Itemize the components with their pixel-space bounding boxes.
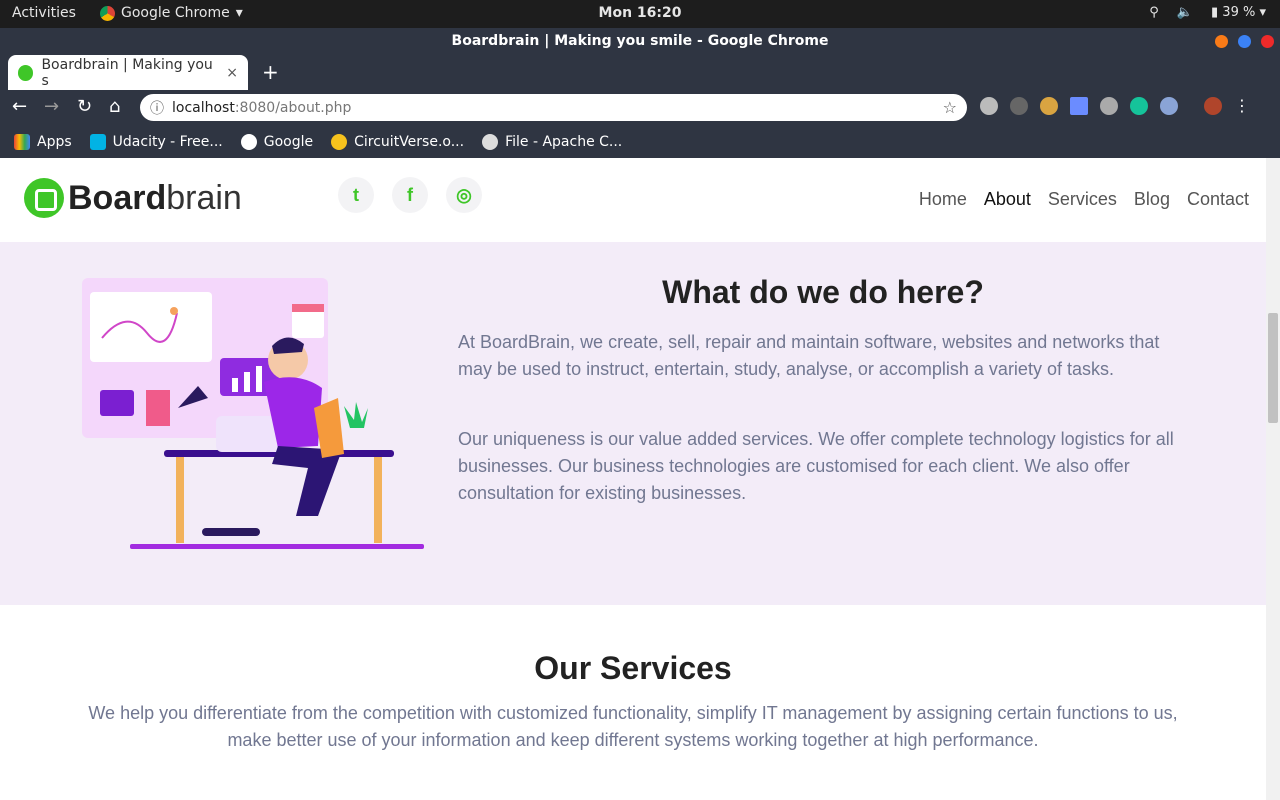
profile-avatar[interactable]: [1204, 96, 1222, 115]
facebook-icon[interactable]: f: [392, 177, 428, 213]
extension-circle-icon[interactable]: [1160, 96, 1178, 115]
back-button[interactable]: ←: [12, 96, 27, 117]
udacity-icon: [89, 133, 106, 150]
site-logo[interactable]: Boardbrain: [24, 178, 242, 218]
battery-text: 39 %: [1222, 5, 1256, 20]
bookmark-circuitverse[interactable]: CircuitVerse.o...: [331, 133, 465, 150]
about-paragraph-1: At BoardBrain, we create, sell, repair a…: [458, 332, 1160, 379]
extension-share-icon[interactable]: [1010, 96, 1028, 115]
instagram-icon[interactable]: ◎: [446, 177, 482, 213]
page-scrollbar[interactable]: [1266, 158, 1280, 800]
browser-tab[interactable]: Boardbrain | Making you s ×: [8, 55, 248, 90]
system-tray[interactable]: ⚲ 🔈 ▮ 39 % ▾: [1149, 5, 1266, 20]
site-header: Boardbrain t f ◎ Home About Services Blo…: [0, 158, 1266, 242]
battery-indicator: ▮ 39 % ▾: [1211, 5, 1266, 20]
tab-close-icon[interactable]: ×: [226, 65, 238, 81]
extension-v-icon[interactable]: [1100, 96, 1118, 115]
extensions: ⋮: [980, 96, 1250, 115]
window-controls: [1215, 35, 1274, 48]
address-bar[interactable]: ⓘ localhost:8080/about.php ☆: [140, 94, 967, 121]
tab-strip: Boardbrain | Making you s × +: [0, 55, 1280, 90]
bookmark-label: File - Apache C...: [505, 133, 623, 150]
office-illustration: [82, 278, 424, 549]
url-path: :8080/about.php: [234, 99, 352, 116]
bookmark-label: Udacity - Free...: [112, 133, 223, 150]
accessibility-icon: ⚲: [1149, 5, 1159, 20]
bookmarks-bar: Apps Udacity - Free... Google CircuitVer…: [0, 125, 1280, 158]
reload-button[interactable]: ↻: [77, 96, 92, 117]
services-heading: Our Services: [534, 650, 732, 686]
services-paragraph: We help you differentiate from the compe…: [88, 703, 1178, 750]
system-top-bar: Activities Google Chrome ▾ Mon 16:20 ⚲ 🔈…: [0, 0, 1280, 28]
bookmark-apps[interactable]: Apps: [14, 133, 72, 150]
apps-grid-icon: [14, 133, 30, 150]
services-section: Our Services We help you differentiate f…: [0, 605, 1266, 800]
nav-contact[interactable]: Contact: [1187, 189, 1249, 210]
minimize-button[interactable]: [1215, 35, 1228, 48]
url-host: localhost: [172, 99, 235, 116]
bookmark-apache[interactable]: File - Apache C...: [482, 133, 623, 150]
extension-bookmark-icon[interactable]: [1070, 96, 1088, 115]
about-paragraph-2: Our uniqueness is our value added servic…: [458, 429, 1174, 503]
github-icon: [482, 133, 499, 150]
new-tab-button[interactable]: +: [262, 60, 279, 84]
browser-toolbar: ← → ↻ ⌂ ⓘ localhost:8080/about.php ☆ ⋮: [0, 90, 1280, 125]
extension-cookie-icon[interactable]: [1040, 96, 1058, 115]
logo-icon: [24, 178, 64, 218]
grammarly-icon[interactable]: [1130, 96, 1148, 115]
logo-text-light: brain: [166, 178, 242, 217]
maximize-button[interactable]: [1238, 35, 1251, 48]
home-button[interactable]: ⌂: [109, 96, 120, 117]
scrollbar-thumb[interactable]: [1268, 313, 1278, 423]
forward-button[interactable]: →: [44, 96, 59, 117]
volume-icon: 🔈: [1176, 5, 1193, 20]
window-title: Boardbrain | Making you smile - Google C…: [451, 33, 829, 49]
bookmark-google[interactable]: Google: [240, 133, 314, 150]
tab-title: Boardbrain | Making you s: [41, 56, 213, 89]
about-heading: What do we do here?: [662, 274, 984, 310]
main-nav: Home About Services Blog Contact: [919, 189, 1249, 210]
bookmark-udacity[interactable]: Udacity - Free...: [89, 133, 223, 150]
close-button[interactable]: [1261, 35, 1274, 48]
favicon-icon: [18, 64, 34, 81]
bookmark-label: CircuitVerse.o...: [354, 133, 465, 150]
extension-gear-icon[interactable]: [980, 96, 998, 115]
nav-services[interactable]: Services: [1048, 189, 1117, 210]
nav-home[interactable]: Home: [919, 189, 967, 210]
window-title-bar: Boardbrain | Making you smile - Google C…: [0, 28, 1280, 55]
web-page: Boardbrain t f ◎ Home About Services Blo…: [0, 158, 1266, 800]
logo-text-bold: Board: [68, 178, 167, 217]
info-icon: ⓘ: [150, 100, 164, 117]
nav-blog[interactable]: Blog: [1134, 189, 1170, 210]
bookmark-label: Google: [263, 133, 314, 150]
google-icon: [240, 133, 257, 150]
bookmark-star-icon[interactable]: ☆: [943, 98, 957, 117]
battery-icon: ▮: [1211, 5, 1219, 20]
menu-kebab-icon[interactable]: ⋮: [1234, 96, 1250, 115]
bookmark-label: Apps: [37, 133, 72, 150]
nav-about[interactable]: About: [984, 189, 1031, 210]
clock[interactable]: Mon 16:20: [0, 5, 1280, 21]
about-section: What do we do here? At BoardBrain, we cr…: [0, 242, 1266, 605]
circuitverse-icon: [331, 133, 348, 150]
social-links: t f ◎: [338, 177, 482, 213]
twitter-icon[interactable]: t: [338, 177, 374, 213]
